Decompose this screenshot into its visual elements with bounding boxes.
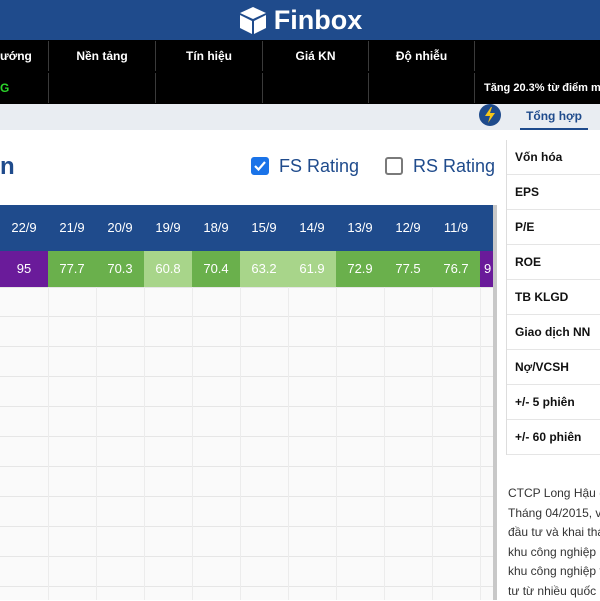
company-description: CTCP Long Hậu ( Tháng 04/2015, vố đầu tư… <box>508 484 600 601</box>
noise-value <box>368 73 474 103</box>
finbox-logo[interactable]: Finbox <box>238 5 363 36</box>
rating-cell: 70.3 <box>96 251 144 287</box>
description-line: đầu tư và khai thá <box>508 523 600 543</box>
resistance-value <box>262 73 368 103</box>
signal-value <box>155 73 262 103</box>
fs-rating-checkbox[interactable] <box>251 157 269 175</box>
stock-metrics-panel: Vốn hóa EPS P/E ROE TB KLGD Giao dịch NN… <box>506 140 600 455</box>
rating-cell: 61.9 <box>288 251 336 287</box>
rating-cell: 95 <box>0 251 48 287</box>
metric-roe: ROE <box>507 245 600 280</box>
rating-cell: 63.2 <box>240 251 288 287</box>
date-cell: 19/9 <box>144 205 192 251</box>
date-cell: 18/9 <box>192 205 240 251</box>
description-line: khu công nghiệp tỉ <box>508 562 600 582</box>
date-cell: 21/9 <box>48 205 96 251</box>
description-line: Tháng 04/2015, vố <box>508 504 600 524</box>
section-title: n <box>0 153 15 181</box>
metric-avg-volume: TB KLGD <box>507 280 600 315</box>
date-cell: 13/9 <box>336 205 384 251</box>
description-line: CTCP Long Hậu ( <box>508 484 600 504</box>
description-line: tư từ nhiều quốc g <box>508 582 600 601</box>
rating-cell-partial: 9 <box>480 251 494 287</box>
header-fundamental: Nền tảng <box>48 41 155 71</box>
metric-debt-equity: Nợ/VCSH <box>507 350 600 385</box>
rating-cell: 76.7 <box>432 251 480 287</box>
brand-name: Finbox <box>274 5 363 36</box>
rating-cell: 60.8 <box>144 251 192 287</box>
rating-cell: 77.5 <box>384 251 432 287</box>
date-cell: 22/9 <box>0 205 48 251</box>
date-cell: 15/9 <box>240 205 288 251</box>
rs-rating-label[interactable]: RS Rating <box>413 156 495 177</box>
date-cell: 14/9 <box>288 205 336 251</box>
tab-bar <box>0 104 600 130</box>
header-extra <box>474 41 600 71</box>
metric-60-session: +/- 60 phiên <box>507 420 600 455</box>
metric-pe: P/E <box>507 210 600 245</box>
trend-value: G <box>0 73 48 103</box>
price-increase-note: Tăng 20.3% từ điểm m <box>474 73 600 103</box>
summary-table: ướng Nền tảng Tín hiệu Giá KN Độ nhiễu G… <box>0 40 600 104</box>
date-cell: 20/9 <box>96 205 144 251</box>
table-scrollbar[interactable] <box>493 205 497 600</box>
fs-rating-row: 95 77.7 70.3 60.8 70.4 63.2 61.9 72.9 77… <box>0 251 494 287</box>
lightning-icon[interactable] <box>479 104 501 126</box>
header-resistance-price: Giá KN <box>262 41 368 71</box>
top-header: Finbox <box>0 0 600 40</box>
header-trend: ướng <box>0 41 48 71</box>
checkmark-icon <box>252 158 268 174</box>
header-noise: Độ nhiễu <box>368 41 474 71</box>
date-cell: 12/9 <box>384 205 432 251</box>
metric-eps: EPS <box>507 175 600 210</box>
date-header-row: 22/9 21/9 20/9 19/9 18/9 15/9 14/9 13/9 … <box>0 205 494 251</box>
metric-market-cap: Vốn hóa <box>507 140 600 175</box>
fundamental-value <box>48 73 155 103</box>
description-line: khu công nghiệp L <box>508 543 600 563</box>
rs-rating-checkbox[interactable] <box>385 157 403 175</box>
header-signal: Tín hiệu <box>155 41 262 71</box>
metric-foreign-trading: Giao dịch NN <box>507 315 600 350</box>
tab-summary[interactable]: Tổng hợp <box>520 104 588 130</box>
rating-cell: 72.9 <box>336 251 384 287</box>
rating-cell: 77.7 <box>48 251 96 287</box>
rating-grid-empty <box>0 287 494 600</box>
fs-rating-label[interactable]: FS Rating <box>279 156 359 177</box>
date-cell: 11/9 <box>432 205 480 251</box>
rating-cell: 70.4 <box>192 251 240 287</box>
box-icon <box>238 5 268 35</box>
metric-5-session: +/- 5 phiên <box>507 385 600 420</box>
